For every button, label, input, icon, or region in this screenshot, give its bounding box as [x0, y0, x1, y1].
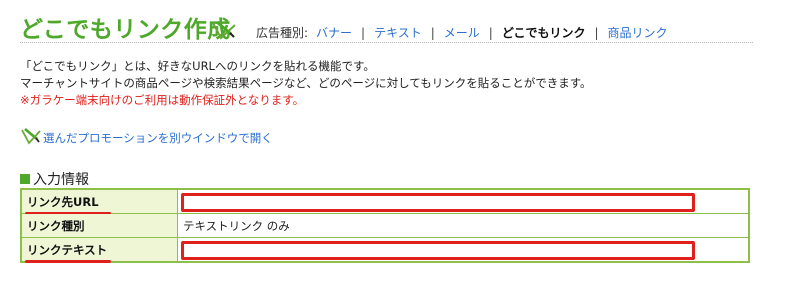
description-line: マーチャントサイトの商品ページや検索結果ページなど、どのページに対してもリンクを… [20, 76, 592, 90]
text-field-cell [177, 237, 750, 263]
warning-text: ※ガラケー端末向けのご利用は動作保証外となります。 [20, 93, 305, 107]
nav-separator: | [430, 26, 435, 40]
open-promotion-link[interactable]: 選んだプロモーションを別ウインドウで開く [43, 130, 273, 146]
highlight-underline [25, 260, 111, 263]
table-row: リンク種別 テキストリンク のみ [20, 213, 750, 238]
page-title: どこでもリンク作成 [20, 17, 231, 43]
page-header: どこでもリンク作成 広告種別: バナー | テキスト | メール | どこでもリンク | 商品リ… [20, 8, 753, 43]
ad-type-link-anywhere: どこでもリンク [501, 26, 586, 40]
table-row: リンク先URL [20, 188, 750, 215]
pencil-note-icon [21, 128, 41, 145]
ad-type-label: 広告種別: [256, 26, 309, 40]
ad-type-link-banner[interactable]: バナー [316, 26, 352, 40]
row-label-cell: リンク種別 [20, 213, 178, 238]
section-title-text: 入力情報 [33, 172, 89, 188]
nav-separator: | [594, 26, 599, 40]
nav-separator: | [361, 26, 366, 40]
input-form-table: リンク先URL リンク種別 テキストリンク のみ リンクテキスト [20, 188, 750, 263]
pencil-note-icon [212, 20, 236, 40]
row-label: リンク先URL [27, 194, 99, 209]
description-line: 「どこでもリンク」とは、好きなURLへのリンクを貼れる機能です。 [20, 59, 375, 73]
url-field-cell [177, 188, 750, 214]
ad-type-link-product[interactable]: 商品リンク [608, 26, 668, 40]
link-url-input[interactable] [181, 193, 695, 212]
row-label: リンク種別 [27, 218, 85, 233]
nav-separator: | [488, 26, 493, 40]
description: 「どこでもリンク」とは、好きなURLへのリンクを貼れる機能です。 マーチャントサ… [20, 58, 592, 109]
link-type-value: テキストリンク のみ [177, 213, 750, 238]
row-label-cell: リンクテキスト [20, 237, 178, 263]
row-label: リンクテキスト [27, 242, 108, 257]
row-label-cell: リンク先URL [20, 188, 178, 215]
link-text-input[interactable] [181, 241, 695, 260]
ad-type-nav: バナー | テキスト | メール | どこでもリンク | 商品リンク [316, 24, 668, 41]
ad-type-link-mail[interactable]: メール [444, 26, 480, 40]
section-title: 入力情報 [20, 169, 89, 189]
ad-type-link-text[interactable]: テキスト [374, 26, 422, 40]
table-row: リンクテキスト [20, 237, 750, 263]
square-bullet-icon [20, 174, 30, 184]
